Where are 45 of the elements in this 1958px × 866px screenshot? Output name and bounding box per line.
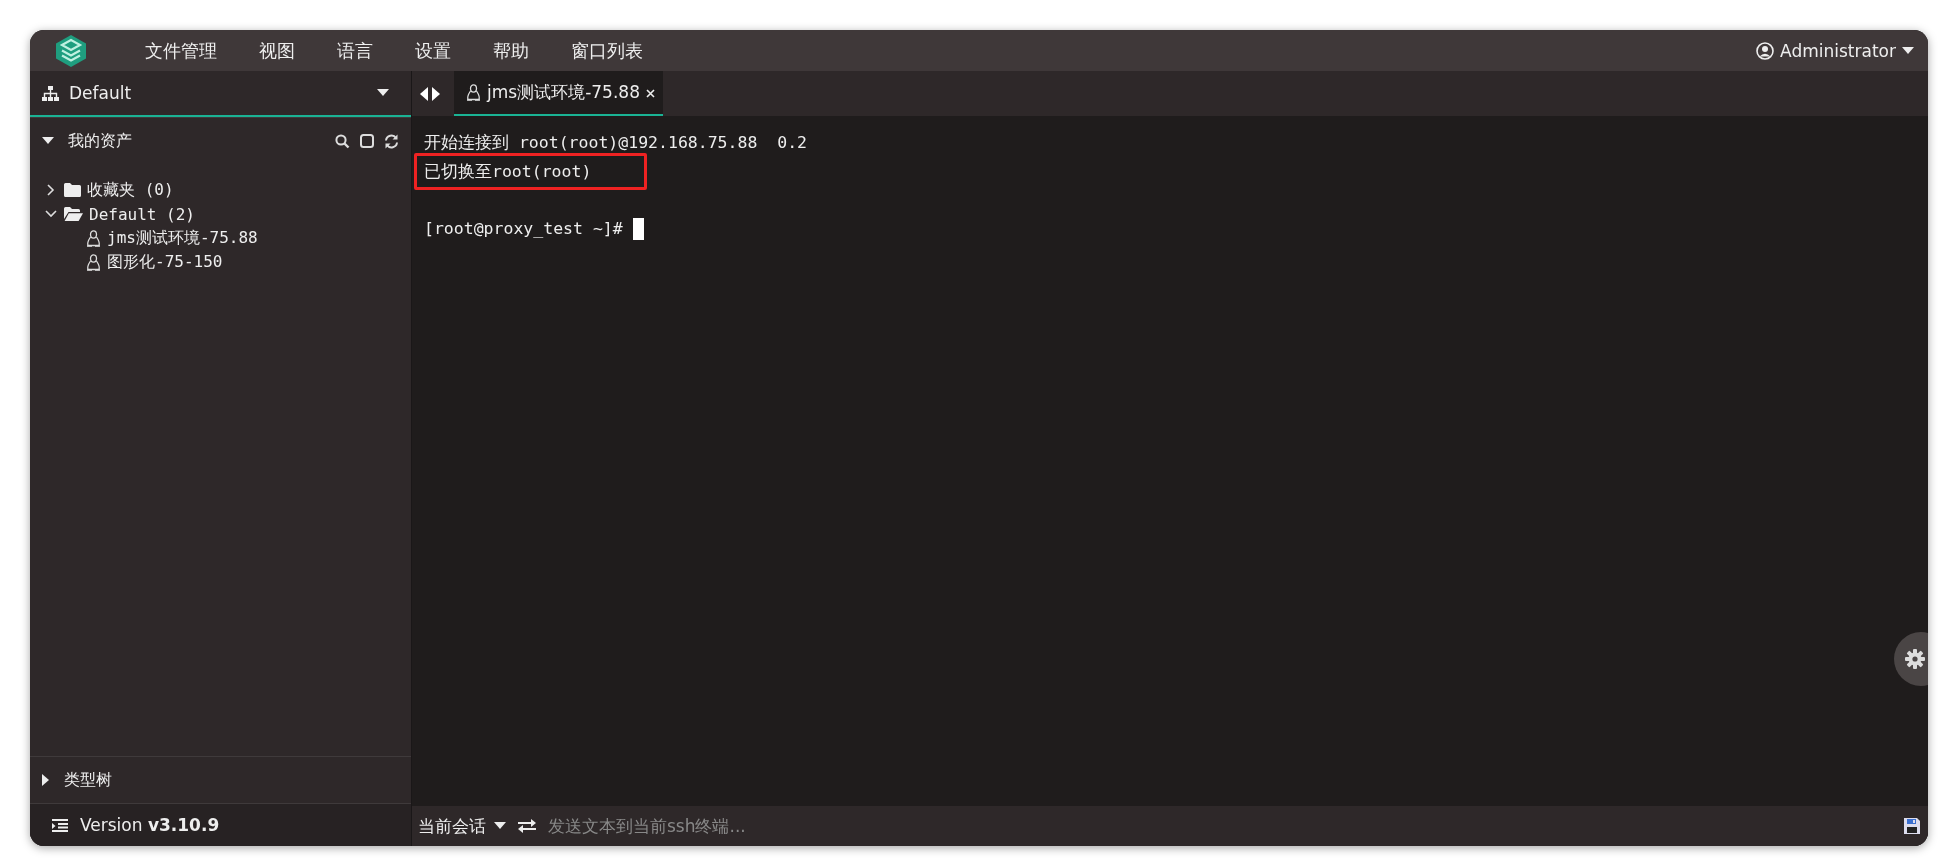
chevron-down-icon[interactable] (45, 210, 57, 218)
menu-item[interactable]: 帮助 (472, 38, 550, 63)
user-menu[interactable]: Administrator (1756, 40, 1914, 61)
tree-item[interactable]: Default (2) (89, 204, 195, 224)
user-avatar-icon (1756, 41, 1775, 60)
left-arrow-icon[interactable] (420, 86, 428, 101)
caret-right-icon[interactable] (42, 774, 50, 786)
logo-icon (54, 33, 88, 68)
right-arrow-icon[interactable] (432, 86, 440, 101)
menu-item[interactable]: 视图 (238, 38, 316, 63)
close-icon[interactable] (645, 88, 655, 98)
tree-item[interactable]: jms测试环境-75.88 (107, 227, 258, 249)
session-dropdown[interactable]: 当前会话 (412, 806, 518, 846)
caret-down-icon (1902, 46, 1914, 55)
chevron-right-icon[interactable] (47, 184, 55, 196)
list-icon (52, 818, 68, 832)
shell-prompt: [root@proxy_test ~]# (424, 218, 623, 240)
text-cursor (632, 217, 644, 240)
send-text-field[interactable]: 发送文本到当前ssh终端... (548, 806, 1896, 846)
exchange-icon[interactable] (518, 819, 536, 833)
caret-down-icon (377, 89, 389, 97)
menu-item[interactable]: 语言 (316, 38, 394, 63)
penguin-icon (466, 84, 481, 101)
refresh-icon[interactable] (384, 133, 399, 149)
square-icon[interactable] (360, 134, 374, 148)
menu-item[interactable]: 文件管理 (124, 38, 238, 63)
settings-icon (1905, 649, 1925, 669)
menu-item[interactable]: 设置 (394, 38, 472, 63)
version-label: Version v3.10.9 (80, 815, 220, 835)
save-icon[interactable] (1904, 818, 1920, 834)
menu-item[interactable]: 窗口列表 (550, 38, 664, 63)
search-icon[interactable] (335, 133, 350, 149)
penguin-icon (86, 253, 101, 271)
penguin-icon (86, 229, 101, 247)
folder-icon (64, 183, 81, 197)
section-header[interactable]: 我的资产 (30, 117, 411, 164)
tree-item[interactable]: 图形化-75-150 (107, 251, 223, 273)
folder-open-icon (64, 207, 83, 221)
session-tab[interactable]: jms测试环境-75.88 (454, 71, 663, 116)
caret-down-icon (494, 822, 506, 830)
terminal-line: 开始连接到 root(root)@192.168.75.88 0.2 (424, 133, 807, 152)
sitemap-icon (42, 85, 59, 101)
terminal-line: 已切换至root(root) (424, 162, 592, 181)
tree-item[interactable]: 收藏夹 (0) (87, 179, 174, 201)
caret-down-icon[interactable] (42, 137, 54, 145)
